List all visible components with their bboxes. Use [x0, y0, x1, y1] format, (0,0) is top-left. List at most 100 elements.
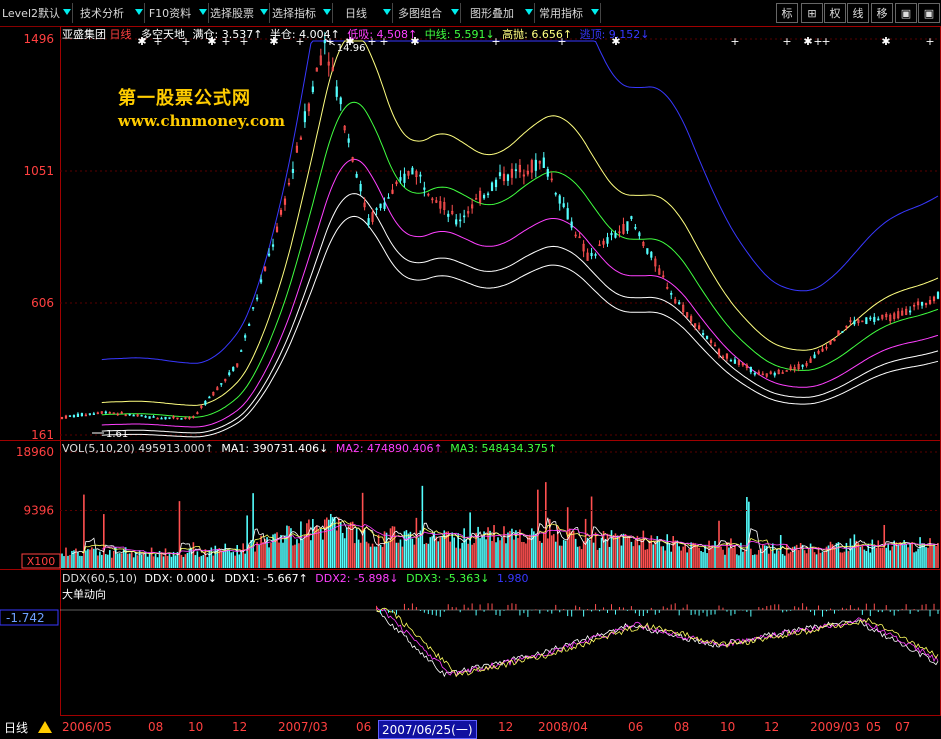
candle-body [534, 159, 537, 171]
candle-body [455, 219, 458, 225]
candle-body [387, 197, 390, 199]
candle-body [650, 251, 653, 258]
toolbar-item[interactable]: 多图组合 [390, 0, 450, 26]
ddx-title: 大单动向 [62, 588, 106, 601]
candle-body [570, 221, 573, 228]
candle-body [76, 413, 80, 418]
ddx-name[interactable]: DDX(60,5,10) [62, 572, 137, 585]
candle-body [335, 86, 338, 97]
toolbar-item[interactable]: 日线 [330, 0, 382, 26]
toolbar-button[interactable]: ⊞ [801, 3, 823, 23]
candle-body [813, 354, 816, 359]
volume-axis-label: 9396 [23, 504, 54, 518]
dropdown-arrow-icon[interactable] [451, 9, 459, 15]
candle-body [367, 218, 370, 225]
indicator-value: 中线: 5.591↓ [421, 28, 495, 41]
candle-body [303, 111, 306, 123]
candle-body [801, 364, 804, 367]
toolbar-item[interactable]: 选择股票 [205, 0, 259, 26]
candle-body [359, 184, 362, 192]
candle-body [877, 318, 880, 321]
candle-body [228, 372, 231, 376]
candle-body [347, 138, 350, 143]
candle-body [447, 213, 450, 217]
candle-body [128, 413, 131, 416]
toolbar-button[interactable]: 线 [847, 3, 869, 23]
signal-star-icon: ✱ [803, 35, 812, 48]
ddx3-value: DDX3: -5.363↓ [406, 572, 490, 585]
indicator-name[interactable]: 多空天地 [141, 28, 185, 41]
candle-body [291, 169, 295, 173]
candle-body [168, 417, 171, 419]
candle-body [383, 202, 386, 209]
toolbar-button[interactable]: 移 [871, 3, 893, 23]
date-label: 08 [674, 720, 690, 734]
vol-name[interactable]: VOL(5,10,20) [62, 442, 135, 455]
stock-name[interactable]: 亚盛集团 [62, 28, 106, 41]
candle-body [920, 301, 924, 306]
ddx2-value: DDX2: -5.898↓ [315, 572, 399, 585]
candle-body [506, 174, 510, 181]
candle-body [463, 215, 466, 218]
candle-body [562, 203, 565, 208]
candle-body [160, 417, 163, 420]
date-label: 05 [866, 720, 882, 734]
signal-star-icon: + [821, 35, 830, 48]
vol-value: 495913.000↑ [138, 442, 214, 455]
ddx1-value: DDX1: -5.667↑ [224, 572, 308, 585]
candle-body [248, 324, 251, 326]
toolbar-button[interactable]: ▣ [895, 3, 917, 23]
toolbar-item[interactable]: 常用指标 [532, 0, 590, 26]
indicator-value: 逃顶: 9.152↓ [576, 28, 650, 41]
candle-body [256, 297, 259, 300]
candle-body [259, 279, 263, 283]
toolbar-item[interactable]: 图形叠加 [460, 0, 524, 26]
volume-header: VOL(5,10,20) 495913.000↑ MA1: 390731.406… [62, 442, 557, 455]
candle-body [375, 208, 378, 210]
signal-star-icon: + [925, 35, 934, 48]
candle-body [869, 317, 872, 320]
indicator-value: 半仓: 4.004↑ [266, 28, 340, 41]
candle-body [590, 252, 593, 257]
warning-icon[interactable] [38, 721, 52, 733]
candle-body [482, 194, 486, 199]
candle-body [646, 248, 649, 254]
toolbar-button[interactable]: ▣ [918, 3, 940, 23]
ddx-line [376, 607, 939, 678]
candle-body [873, 316, 876, 322]
candle-body [705, 335, 709, 339]
ddx-extra: 1.980 [497, 572, 529, 585]
date-axis: 日线 2006/05 08 10 12 2007/03 06 2007/06/25(一) 12 2… [0, 717, 941, 739]
dropdown-arrow-icon[interactable] [591, 9, 599, 15]
candle-body [558, 195, 561, 204]
candle-body [626, 221, 629, 231]
indicator-values: 满仓: 3.537↑ 半仓: 4.004↑ 低吸: 4.508↑ 中线: 5.5… [189, 28, 650, 41]
ddx-header: DDX(60,5,10) DDX: 0.000↓ DDX1: -5.667↑ D… [62, 572, 529, 602]
signal-star-icon: ✱ [881, 35, 890, 48]
indicator-value: 满仓: 3.537↑ [192, 28, 263, 41]
volume-axis-label: 18960 [16, 445, 54, 459]
price-axis-label: 1051 [23, 164, 54, 178]
candle-body [339, 97, 342, 105]
candle-body [112, 412, 115, 415]
price-axis-label: 606 [31, 296, 54, 310]
candle-body [909, 310, 912, 313]
period-tab[interactable]: 日线 [4, 719, 28, 736]
candle-body [148, 416, 151, 419]
date-label: 2009/03 [810, 720, 860, 734]
candle-body [490, 182, 494, 191]
candle-body [638, 232, 641, 237]
toolbar-button[interactable]: 权 [824, 3, 846, 23]
candle-body [729, 359, 733, 362]
candle-body [936, 292, 940, 299]
date-label: 2007/03 [278, 720, 328, 734]
date-label: 10 [188, 720, 204, 734]
candle-body [399, 177, 402, 181]
toolbar-item[interactable]: 技术分析 [70, 0, 134, 26]
toolbar-item[interactable]: F10资料 [142, 0, 198, 26]
date-label: 10 [720, 720, 736, 734]
toolbar-item[interactable]: 选择指标 [266, 0, 322, 26]
toolbar-item[interactable]: Level2默认 [0, 0, 62, 26]
toolbar-button[interactable]: 标 [776, 3, 798, 23]
candle-body [152, 416, 155, 418]
